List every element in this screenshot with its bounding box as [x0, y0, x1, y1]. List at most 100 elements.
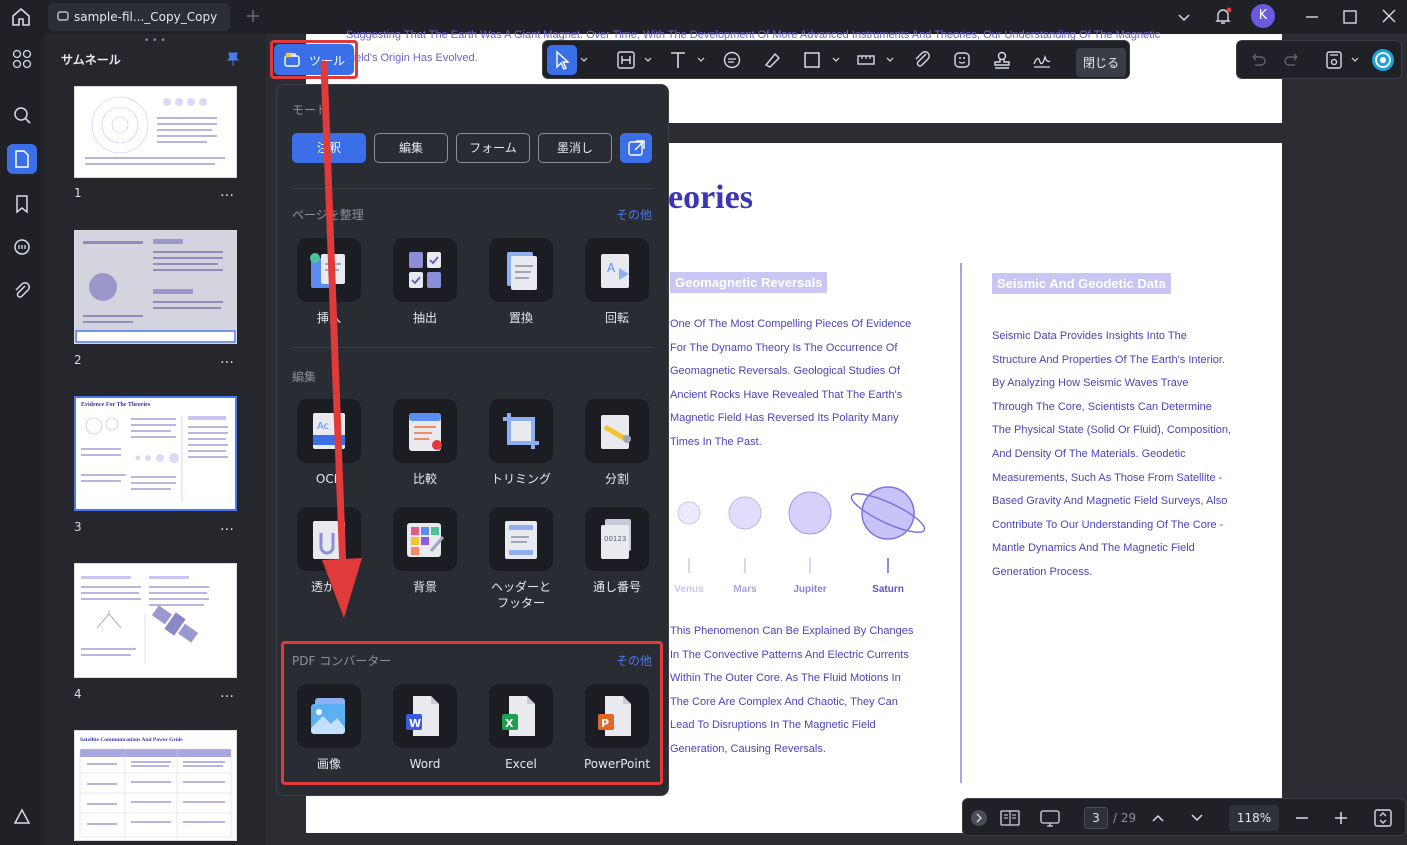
home-icon[interactable] [10, 6, 32, 28]
tool-label: トリミング [490, 472, 551, 486]
planets-illustration [677, 486, 926, 573]
mode-edit-button[interactable]: 編集 [374, 133, 448, 163]
bates-numbering-icon: 00123 [601, 519, 631, 559]
pin-icon[interactable] [225, 51, 241, 67]
tool-label: 抽出 [412, 311, 437, 325]
stamp-icon[interactable] [987, 45, 1017, 75]
total-pages: / 29 [1113, 811, 1137, 825]
zoom-in-icon[interactable] [1330, 807, 1352, 829]
tool-label: ヘッダーと フッター [490, 580, 551, 610]
toolbox-icon [283, 51, 301, 69]
svg-text:00123: 00123 [604, 535, 626, 543]
zoom-level[interactable]: 118% [1229, 805, 1279, 831]
chevron-down-icon[interactable] [1176, 9, 1192, 25]
right-toolbar [1236, 40, 1402, 79]
left-rail [0, 34, 44, 845]
notification-bell-icon[interactable] [1213, 6, 1233, 26]
chevron-down-icon[interactable] [579, 53, 589, 67]
chevron-down-icon[interactable] [1350, 53, 1360, 67]
presentation-icon[interactable] [1038, 806, 1062, 830]
replace-tool[interactable] [489, 238, 553, 302]
text-tool-icon[interactable] [663, 45, 693, 75]
mode-form-button[interactable]: フォーム [456, 133, 530, 163]
bates-numbering-tool[interactable]: 00123 [585, 507, 649, 571]
page-thumbnail-1[interactable] [74, 86, 237, 178]
comment-icon[interactable] [7, 233, 37, 263]
page-navigation-bar: 3 / 29 118% [962, 798, 1406, 836]
attachment-icon[interactable] [7, 277, 37, 307]
redo-icon[interactable] [1277, 45, 1307, 75]
page-more-icon[interactable]: … [220, 184, 235, 200]
document-tab[interactable]: sample-fil..._Copy_Copy [48, 3, 230, 31]
page-more-icon[interactable]: … [220, 685, 235, 701]
thumbnails-icon[interactable] [7, 144, 37, 174]
page-thumbnail-5[interactable]: Satellite Communications And Power Grids [74, 730, 237, 841]
new-tab-icon[interactable] [244, 7, 262, 25]
fit-page-icon[interactable] [1371, 806, 1395, 830]
page-more-icon[interactable]: … [220, 351, 235, 367]
previous-page-icon[interactable] [1147, 807, 1169, 829]
page-thumbnail-4[interactable] [74, 563, 237, 678]
tool-label: 置換 [508, 311, 533, 325]
minimize-icon[interactable] [1303, 8, 1321, 26]
layers-icon[interactable] [7, 802, 37, 832]
chevron-down-icon[interactable] [885, 53, 895, 67]
planet-label: Jupiter [793, 584, 827, 595]
extract-page-icon [409, 252, 441, 288]
chevron-down-icon[interactable] [831, 53, 841, 67]
background-icon [407, 523, 445, 557]
measure-tool-icon[interactable] [851, 45, 881, 75]
chevron-down-icon[interactable] [643, 53, 653, 67]
mode-redact-button[interactable]: 墨消し [538, 133, 612, 163]
select-tool-icon[interactable] [547, 45, 577, 75]
sticker-icon[interactable] [947, 45, 977, 75]
compare-icon [409, 413, 442, 451]
compare-tool[interactable] [393, 399, 457, 463]
page-number-input[interactable]: 3 [1084, 807, 1108, 829]
highlight-box [281, 641, 663, 785]
comment-tool-icon[interactable] [717, 45, 747, 75]
section-heading: Seismic And Geodetic Data [992, 273, 1171, 294]
next-page-icon[interactable] [1186, 807, 1208, 829]
undo-icon[interactable] [1243, 45, 1273, 75]
crop-tool[interactable] [489, 399, 553, 463]
page-thumbnail-2[interactable] [74, 230, 237, 344]
section-heading: Geomagnetic Reversals [670, 272, 828, 293]
collapse-icon[interactable] [971, 810, 987, 826]
page-thumbnail-3[interactable]: Evidence For The Theories [74, 396, 237, 511]
maximize-icon[interactable] [1341, 8, 1359, 26]
organize-more-link[interactable]: その他 [616, 206, 652, 223]
header-footer-tool[interactable] [489, 507, 553, 571]
tool-label: 分割 [604, 472, 629, 486]
avatar[interactable]: K [1251, 4, 1275, 28]
search-icon[interactable] [7, 100, 37, 130]
open-external-icon[interactable] [620, 133, 652, 163]
grid-view-icon[interactable] [7, 44, 37, 74]
save-icon[interactable] [1319, 45, 1349, 75]
reading-mode-icon[interactable] [998, 806, 1022, 830]
page-number: 4 [74, 687, 82, 701]
text-box-icon[interactable] [611, 45, 641, 75]
close-toolbar-button[interactable]: 閉じる [1076, 48, 1127, 77]
bookmark-icon[interactable] [7, 189, 37, 219]
annotation-arrow [320, 60, 362, 618]
zoom-out-icon[interactable] [1291, 807, 1313, 829]
page-more-icon[interactable]: … [220, 518, 235, 534]
extract-tool[interactable] [393, 238, 457, 302]
close-window-icon[interactable] [1380, 7, 1398, 25]
eraser-icon[interactable] [757, 45, 787, 75]
background-tool[interactable] [393, 507, 457, 571]
resize-handle[interactable]: • • • [144, 36, 166, 46]
page-heading: eories [668, 179, 753, 216]
signature-icon[interactable] [1027, 45, 1057, 75]
split-icon [601, 415, 631, 449]
split-tool[interactable] [585, 399, 649, 463]
section-body: This Phenomenon Can Be Explained By Chan… [670, 625, 914, 755]
section-body: One Of The Most Compelling Pieces Of Evi… [670, 318, 912, 448]
rotate-tool[interactable]: A [585, 238, 649, 302]
shape-tool-icon[interactable] [797, 45, 827, 75]
chevron-down-icon[interactable] [696, 53, 706, 67]
attachment-tool-icon[interactable] [907, 45, 937, 75]
ai-assistant-icon[interactable] [1370, 47, 1396, 73]
page-number: 2 [74, 353, 82, 367]
